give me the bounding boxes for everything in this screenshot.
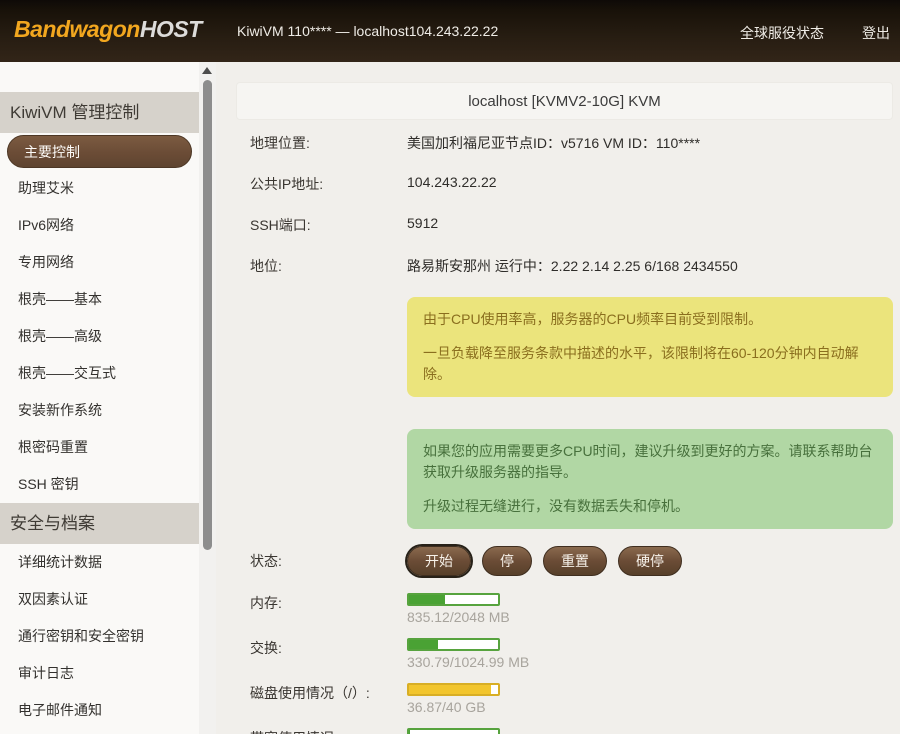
restart-button[interactable]: 重置 [543, 546, 607, 576]
public-ip-label: 公共IP地址: [250, 174, 407, 194]
bandwidth-label-group: 带宽使用情况: 重置次数：2025-12- [250, 728, 407, 734]
swap-progress-bar [407, 638, 500, 651]
info-row-location: 地理位置: 美国加利福尼亚节点ID：v5716 VM ID：110**** [236, 133, 893, 153]
logo-host: HOST [140, 16, 202, 42]
sidebar-item-audit-log[interactable]: 审计日志 [0, 655, 199, 692]
info-row-ssh-port: SSH端口: 5912 [236, 215, 893, 235]
main-content: localhost [KVMV2-10G] KVM 地理位置: 美国加利福尼亚节… [216, 62, 900, 734]
top-header: BandwagonHOST KiwiVM 110**** — localhost… [0, 0, 900, 62]
upgrade-line-2: 升级过程无缝进行，没有数据丢失和停机。 [423, 496, 877, 517]
ram-progress-fill [409, 595, 445, 604]
bandwagonhost-logo[interactable]: BandwagonHOST [14, 16, 202, 43]
sidebar-item-rootshell-interactive[interactable]: 根壳——交互式 [0, 355, 199, 392]
sidebar-item-root-password-reset[interactable]: 根密码重置 [0, 429, 199, 466]
scroll-up-icon[interactable] [202, 67, 212, 74]
ram-usage-row: 内存: 835.12/2048 MB [236, 593, 893, 625]
bandwidth-progress-bar [407, 728, 500, 734]
sidebar-section-kiwivm: KiwiVM 管理控制 [0, 92, 199, 133]
ram-label: 内存: [250, 593, 407, 625]
sidebar-item-email-notifications[interactable]: 电子邮件通知 [0, 692, 199, 729]
upgrade-line-1: 如果您的应用需要更多CPU时间，建议升级到更好的方案。请联系帮助台获取升级服务器… [423, 441, 877, 483]
ram-progress-bar [407, 593, 500, 606]
sidebar-item-ssh-keys[interactable]: SSH 密钥 [0, 466, 199, 503]
sidebar-item-main-controls[interactable]: 主要控制 [7, 135, 192, 168]
cpu-throttle-line-1: 由于CPU使用率高，服务器的CPU频率目前受到限制。 [423, 309, 877, 330]
cpu-throttle-line-2: 一旦负载降至服务条款中描述的水平，该限制将在60-120分钟内自动解除。 [423, 343, 877, 385]
status-label: 地位: [250, 256, 407, 276]
sidebar-item-passkeys[interactable]: 通行密钥和安全密钥 [0, 618, 199, 655]
disk-usage-row: 磁盘使用情况（/）: 36.87/40 GB [236, 683, 893, 715]
sidebar-item-two-factor[interactable]: 双因素认证 [0, 581, 199, 618]
kill-button[interactable]: 硬停 [618, 546, 682, 576]
swap-usage-text: 330.79/1024.99 MB [407, 654, 529, 670]
ssh-port-label: SSH端口: [250, 215, 407, 235]
info-row-public-ip: 公共IP地址: 104.243.22.22 [236, 174, 893, 194]
sidebar-item-private-network[interactable]: 专用网络 [0, 244, 199, 281]
logout-link[interactable]: 登出 [862, 23, 890, 43]
status-value: 路易斯安那州 运行中：2.22 2.14 2.25 6/168 2434550 [407, 256, 738, 276]
logo-bandwagon: Bandwagon [14, 16, 140, 42]
public-ip-value: 104.243.22.22 [407, 174, 497, 194]
disk-progress-fill [409, 685, 491, 694]
bandwidth-usage-row: 带宽使用情况: 重置次数：2025-12- 1.55/2000 GB – USC… [236, 728, 893, 734]
power-buttons: 开始 停 重置 硬停 [407, 546, 682, 576]
sidebar-item-ipv6[interactable]: IPv6网络 [0, 207, 199, 244]
scrollbar-thumb[interactable] [203, 80, 212, 550]
swap-label: 交换: [250, 638, 407, 670]
kiwivm-control-panel: BandwagonHOST KiwiVM 110**** — localhost… [0, 0, 900, 734]
start-button[interactable]: 开始 [407, 546, 471, 576]
bandwidth-label: 带宽使用情况: [250, 728, 407, 734]
sidebar-item-rootshell-advanced[interactable]: 根壳——高级 [0, 318, 199, 355]
sidebar-nav: KiwiVM 管理控制 主要控制 助理艾米 IPv6网络 专用网络 根壳——基本… [0, 62, 199, 734]
power-status-row: 状态: 开始 停 重置 硬停 [236, 546, 893, 576]
swap-progress-fill [409, 640, 438, 649]
location-label: 地理位置: [250, 133, 407, 153]
sidebar-item-detailed-stats[interactable]: 详细统计数据 [0, 544, 199, 581]
sidebar-item-assistant[interactable]: 助理艾米 [0, 170, 199, 207]
server-info: 地理位置: 美国加利福尼亚节点ID：v5716 VM ID：110**** 公共… [236, 133, 893, 276]
upgrade-suggestion-alert: 如果您的应用需要更多CPU时间，建议升级到更好的方案。请联系帮助台获取升级服务器… [407, 429, 893, 529]
header-links: 全球服役状态 登出 [740, 23, 890, 43]
page-scrollbar[interactable] [199, 62, 216, 734]
disk-progress-bar [407, 683, 500, 696]
global-status-link[interactable]: 全球服役状态 [740, 23, 824, 43]
sidebar-item-install-os[interactable]: 安装新作系统 [0, 392, 199, 429]
ram-usage-text: 835.12/2048 MB [407, 609, 510, 625]
swap-usage-row: 交换: 330.79/1024.99 MB [236, 638, 893, 670]
ssh-port-value: 5912 [407, 215, 438, 235]
info-row-status: 地位: 路易斯安那州 运行中：2.22 2.14 2.25 6/168 2434… [236, 256, 893, 276]
disk-label: 磁盘使用情况（/）: [250, 683, 407, 715]
server-panel-title: localhost [KVMV2-10G] KVM [236, 82, 893, 120]
disk-usage-text: 36.87/40 GB [407, 699, 500, 715]
stop-button[interactable]: 停 [482, 546, 532, 576]
sidebar-item-rootshell-basic[interactable]: 根壳——基本 [0, 281, 199, 318]
vm-title: KiwiVM 110**** — localhost104.243.22.22 [237, 23, 498, 39]
sidebar-section-security: 安全与档案 [0, 503, 199, 544]
location-value: 美国加利福尼亚节点ID：v5716 VM ID：110**** [407, 133, 700, 153]
power-status-label: 状态: [250, 551, 407, 571]
cpu-throttle-alert: 由于CPU使用率高，服务器的CPU频率目前受到限制。 一旦负载降至服务条款中描述… [407, 297, 893, 397]
